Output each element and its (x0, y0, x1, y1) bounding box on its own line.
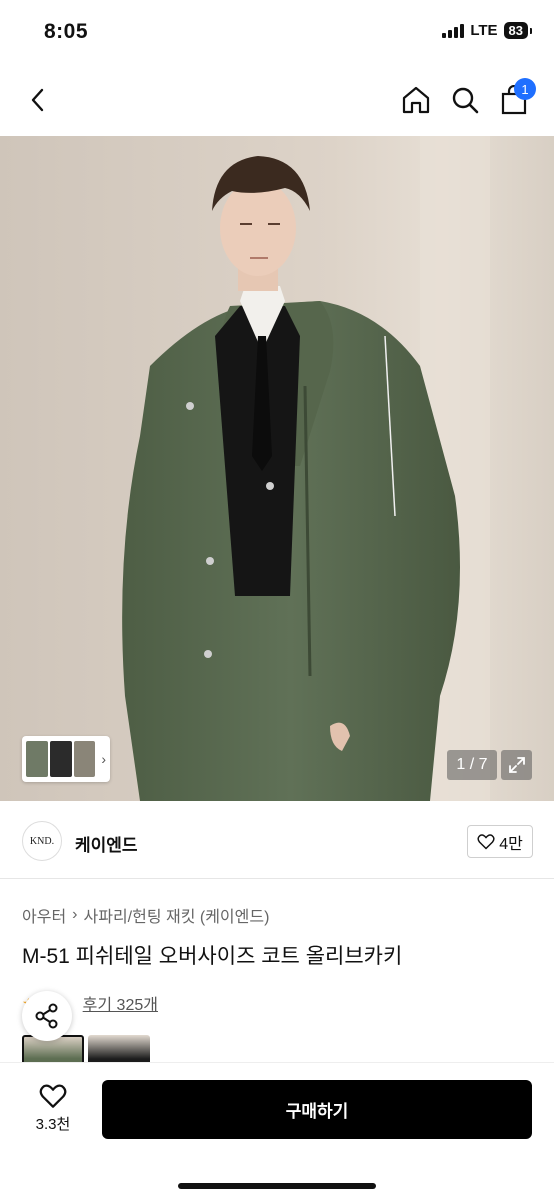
image-counter: 1 / 7 (447, 750, 497, 780)
breadcrumb-subcategory[interactable]: 사파리/헌팅 재킷 (케이엔드) (84, 903, 270, 927)
search-icon (452, 87, 479, 114)
gallery-thumbnail[interactable] (49, 741, 72, 777)
breadcrumb-category[interactable]: 아우터 (22, 903, 66, 927)
wishlist-count: 3.3천 (35, 1116, 71, 1133)
review-count-link[interactable]: 후기 325개 (83, 991, 158, 1015)
product-image-gallery[interactable]: › 1 / 7 (0, 136, 554, 801)
product-photo (0, 136, 554, 801)
gallery-thumbnail-strip[interactable]: › (22, 736, 110, 782)
bottom-purchase-bar: 3.3천 구매하기 (0, 1062, 554, 1200)
status-bar: 8:05 LTE 83 (0, 0, 554, 66)
brand-like-button[interactable]: 4만 (467, 825, 533, 858)
share-icon (35, 1003, 58, 1029)
heart-icon (477, 833, 495, 849)
home-icon (402, 86, 430, 114)
status-indicators: LTE 83 (442, 22, 533, 39)
gallery-thumbnail[interactable] (73, 741, 96, 777)
chevron-left-icon (31, 88, 44, 112)
brand-logo[interactable]: KND. (22, 821, 62, 861)
breadcrumb: 아우터 › 사파리/헌팅 재킷 (케이엔드) (22, 903, 269, 927)
network-label: LTE (470, 22, 498, 39)
signal-icon (442, 23, 465, 38)
expand-icon (508, 757, 525, 773)
home-indicator (178, 1183, 376, 1189)
brand-like-count: 4만 (499, 835, 523, 853)
buy-button[interactable]: 구매하기 (102, 1080, 532, 1139)
search-button[interactable] (445, 80, 485, 120)
status-time: 8:05 (44, 20, 89, 43)
home-button[interactable] (396, 80, 436, 120)
battery-icon: 83 (503, 22, 533, 39)
top-nav-bar: 1 (0, 66, 554, 136)
heart-icon (39, 1084, 67, 1108)
breadcrumb-separator-icon: › (72, 906, 78, 923)
color-option-black[interactable] (88, 1035, 150, 1063)
chevron-right-icon: › (101, 751, 107, 767)
back-button[interactable] (18, 80, 58, 120)
expand-button[interactable] (501, 750, 532, 780)
share-button[interactable] (22, 991, 72, 1041)
wishlist-button[interactable]: 3.3천 (22, 1081, 84, 1137)
cart-button[interactable]: 1 (494, 78, 536, 120)
product-title: M-51 피쉬테일 오버사이즈 코트 올리브카키 (22, 945, 403, 968)
cart-count-badge: 1 (514, 78, 536, 100)
brand-row: KND. 케이엔드 4만 (0, 801, 554, 879)
brand-name[interactable]: 케이엔드 (75, 831, 138, 856)
gallery-thumbnail[interactable] (26, 741, 48, 777)
